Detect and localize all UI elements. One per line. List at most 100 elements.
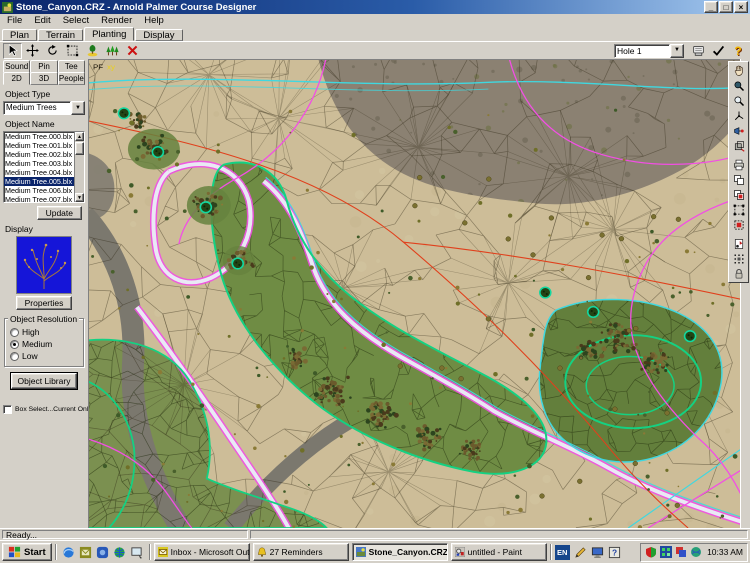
tab-display[interactable]: Display	[135, 29, 182, 41]
plant-trees-icon[interactable]	[103, 43, 122, 59]
object-list-item[interactable]: Medium Tree.003.blx	[4, 159, 74, 168]
panel-tab-2d[interactable]: 2D	[3, 72, 30, 85]
shield-tray-icon[interactable]	[645, 546, 657, 558]
scroll-up-button[interactable]: ▲	[75, 132, 84, 141]
properties-button[interactable]: Properties	[16, 296, 73, 310]
object-list-item[interactable]: Medium Tree.000.blx	[4, 132, 74, 141]
radio-label-medium: Medium	[22, 339, 52, 349]
zoom-icon[interactable]	[730, 93, 747, 108]
lock-icon[interactable]	[730, 266, 747, 281]
move-icon[interactable]	[23, 43, 42, 59]
object-list-item[interactable]: Medium Tree.001.blx	[4, 141, 74, 150]
menu-item-help[interactable]: Help	[138, 15, 170, 26]
apply-check-icon[interactable]	[709, 43, 727, 58]
taskbar: Start Inbox - Microsoft Outlook 27 Remind…	[0, 540, 750, 563]
taskbar-divider	[550, 544, 552, 560]
update-button[interactable]: Update	[37, 206, 82, 220]
rotate-icon[interactable]	[43, 43, 62, 59]
start-button[interactable]: Start	[2, 543, 52, 561]
taskbar-button-stone-canyon-crz[interactable]: Stone_Canyon.CRZ - ...	[352, 543, 448, 561]
status-bar: Ready...	[0, 528, 750, 540]
flag-page-icon[interactable]	[730, 236, 747, 251]
zoom-region-icon[interactable]	[730, 78, 747, 93]
axis-3d-icon[interactable]	[730, 108, 747, 123]
printer-icon[interactable]	[730, 157, 747, 172]
tab-plan[interactable]: Plan	[2, 29, 37, 41]
tab-terrain[interactable]: Terrain	[38, 29, 83, 41]
plant-tree-icon[interactable]	[83, 43, 102, 59]
outlook-launch-icon[interactable]	[79, 545, 93, 559]
resolution-option-high[interactable]: High	[10, 327, 81, 337]
view-tab-row: PlanTerrainPlantingDisplay	[0, 27, 750, 41]
hole-selector-dropdown-button[interactable]: ▼	[670, 44, 684, 58]
panel-tab-3d[interactable]: 3D	[30, 72, 57, 85]
pencil-icon[interactable]	[573, 545, 588, 560]
grid-select-icon[interactable]	[730, 251, 747, 266]
object-list-item[interactable]: Medium Tree.004.blx	[4, 168, 74, 177]
object-list-scrollbar[interactable]: ▲ ▼	[74, 132, 84, 202]
camera-target-icon[interactable]	[730, 123, 747, 138]
menu-item-edit[interactable]: Edit	[28, 15, 56, 26]
taskbar-button-27-reminders[interactable]: 27 Reminders	[253, 543, 349, 561]
maximize-button[interactable]: □	[719, 1, 733, 13]
globe-icon[interactable]	[113, 545, 127, 559]
taskbar-button-label: 27 Reminders	[270, 547, 323, 557]
taskbar-button-untitled-paint[interactable]: untitled - Paint	[451, 543, 547, 561]
menu-item-render[interactable]: Render	[95, 15, 138, 26]
select-arrow-icon[interactable]	[3, 43, 22, 59]
tile-windows-icon[interactable]	[730, 172, 747, 187]
show-desktop-icon[interactable]	[130, 545, 144, 559]
pan-hand-icon[interactable]	[730, 63, 747, 78]
box-select-checkbox[interactable]	[3, 405, 12, 414]
tab-planting[interactable]: Planting	[84, 27, 134, 41]
object-list-item[interactable]: Medium Tree.002.blx	[4, 150, 74, 159]
marquee-icon[interactable]	[730, 202, 747, 217]
object-list-item[interactable]: Medium Tree.006.blx	[4, 186, 74, 195]
bounds-icon[interactable]	[63, 43, 82, 59]
hole-selector-input[interactable]	[614, 44, 670, 58]
delete-icon[interactable]	[123, 43, 142, 59]
help-box-icon[interactable]: ?	[607, 545, 622, 560]
resolution-option-medium[interactable]: Medium	[10, 339, 81, 349]
media-icon[interactable]	[96, 545, 110, 559]
minimize-button[interactable]: _	[704, 1, 718, 13]
orbit-cube-icon[interactable]	[730, 138, 747, 153]
taskbar-button-inbox-microsoft-outlook[interactable]: Inbox - Microsoft Outlook	[154, 543, 250, 561]
help-icon[interactable]: ?	[729, 43, 747, 58]
hud-left: PF	[93, 63, 103, 72]
monitor-icon[interactable]	[590, 545, 605, 560]
object-type-value[interactable]: Medium Trees	[3, 101, 71, 115]
radio-low[interactable]	[10, 352, 19, 361]
object-type-dropdown-button[interactable]: ▼	[71, 101, 85, 115]
course-terrain-canvas[interactable]: PFxy	[89, 60, 740, 528]
render-card-icon[interactable]	[689, 43, 707, 58]
course-designer-icon	[2, 2, 13, 13]
hole-selector: ▼	[614, 44, 684, 58]
grid-tray-icon[interactable]	[660, 546, 672, 558]
object-resolution-label: Object Resolution	[8, 314, 79, 324]
menu-item-select[interactable]: Select	[57, 15, 95, 26]
radio-label-high: High	[22, 327, 39, 337]
taskbar-clock[interactable]: 10:33 AM	[705, 547, 743, 557]
close-button[interactable]: ×	[734, 1, 748, 13]
scroll-thumb[interactable]	[75, 142, 84, 155]
language-indicator[interactable]: EN	[555, 545, 570, 560]
overlap-tray-icon[interactable]	[675, 546, 687, 558]
panel-tab-people[interactable]: People	[58, 72, 85, 85]
radio-medium[interactable]	[10, 340, 19, 349]
display-label: Display	[5, 224, 85, 234]
sphere-tray-icon[interactable]	[690, 546, 702, 558]
tile-red-icon[interactable]	[730, 187, 747, 202]
resolution-option-low[interactable]: Low	[10, 351, 81, 361]
scroll-down-button[interactable]: ▼	[75, 193, 84, 202]
object-library-button[interactable]: Object Library	[11, 373, 78, 389]
tree-preview-image	[16, 236, 72, 294]
marquee-red-icon[interactable]	[730, 217, 747, 232]
object-list-item[interactable]: Medium Tree.007.blx	[4, 195, 74, 202]
menu-item-file[interactable]: File	[1, 15, 28, 26]
radio-high[interactable]	[10, 328, 19, 337]
object-list-item[interactable]: Medium Tree.005.blx	[4, 177, 74, 186]
ie-icon[interactable]	[62, 545, 76, 559]
application-window: Stone_Canyon.CRZ - Arnold Palmer Course …	[0, 0, 750, 563]
planting-side-panel: SoundPinTee 2D3DPeople Object Type Mediu…	[0, 59, 88, 528]
